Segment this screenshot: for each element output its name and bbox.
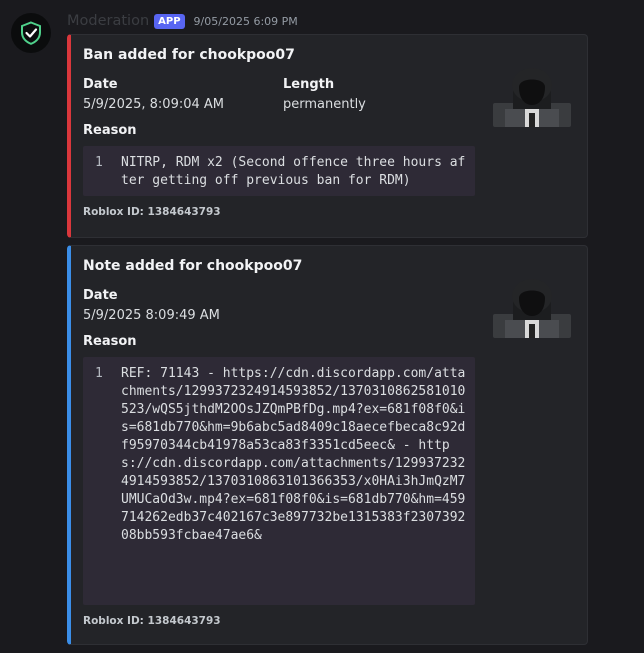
date-field-value: 5/9/2025 8:09:49 AM <box>83 308 220 323</box>
roblox-avatar-thumbnail[interactable] <box>491 276 573 342</box>
line-number: 1 <box>95 155 103 170</box>
message-header: Moderation APP 9/05/2025 6:09 PM <box>67 12 298 30</box>
length-field-name: Length <box>283 77 335 92</box>
reason-field-name: Reason <box>83 123 137 138</box>
reason-code-text: NITRP, RDM x2 (Second offence three hour… <box>121 155 466 188</box>
reason-code-text: REF: 71143 - https://cdn.discordapp.com/… <box>121 366 466 543</box>
date-field-name: Date <box>83 77 118 92</box>
bot-avatar[interactable] <box>11 13 51 53</box>
embed-footer: Roblox ID: 1384643793 <box>83 615 221 627</box>
reason-codeblock: 1 NITRP, RDM x2 (Second offence three ho… <box>83 146 475 196</box>
embed-title: Ban added for chookpoo07 <box>83 47 295 63</box>
date-field-value: 5/9/2025, 8:09:04 AM <box>83 97 225 112</box>
app-badge: APP <box>154 13 185 29</box>
ban-embed: Ban added for chookpoo07 Date 5/9/2025, … <box>67 34 588 238</box>
reason-field-name: Reason <box>83 334 137 349</box>
username[interactable]: Moderation <box>67 13 149 29</box>
line-number: 1 <box>95 366 103 381</box>
shield-check-icon <box>21 21 41 45</box>
moderation-message: Moderation APP 9/05/2025 6:09 PM Ban add… <box>0 0 644 653</box>
embed-title: Note added for chookpoo07 <box>83 258 303 274</box>
embed-footer: Roblox ID: 1384643793 <box>83 206 221 218</box>
message-timestamp[interactable]: 9/05/2025 6:09 PM <box>194 15 298 28</box>
reason-codeblock: 1 REF: 71143 - https://cdn.discordapp.co… <box>83 357 475 605</box>
date-field-name: Date <box>83 288 118 303</box>
roblox-avatar-thumbnail[interactable] <box>491 65 573 131</box>
note-embed: Note added for chookpoo07 Date 5/9/2025 … <box>67 245 588 645</box>
length-field-value: permanently <box>283 97 366 112</box>
